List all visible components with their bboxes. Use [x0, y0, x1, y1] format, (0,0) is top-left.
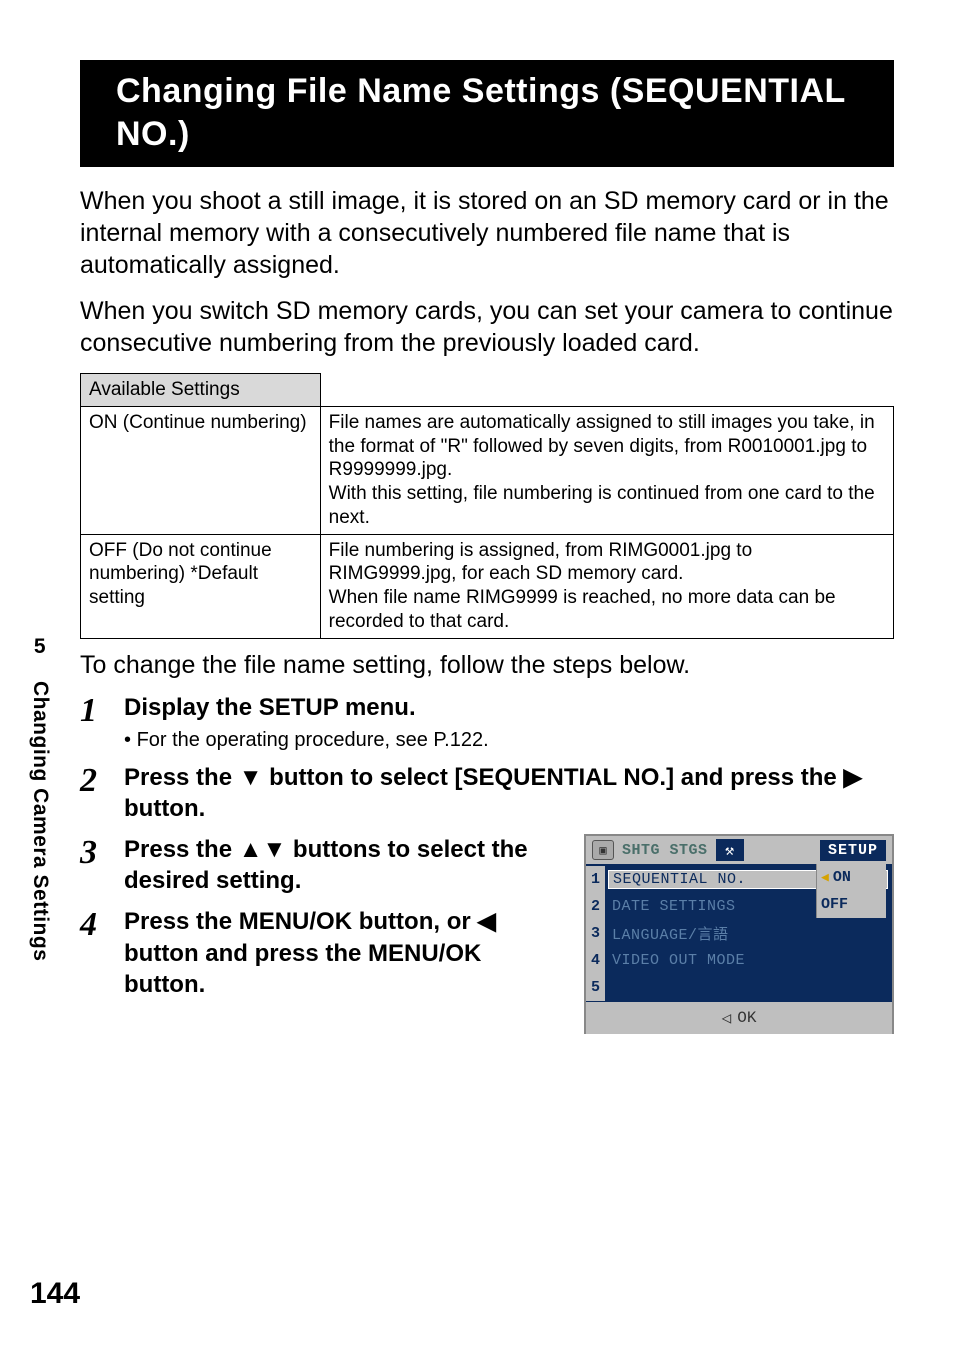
- lcd-value-text: ON: [833, 869, 851, 886]
- right-triangle-icon: ▶: [843, 764, 861, 791]
- step-body: Press the ▼ button to select [SEQUENTIAL…: [124, 762, 894, 824]
- step-number: 2: [80, 762, 124, 798]
- available-settings-table: Available Settings ON (Continue numberin…: [80, 373, 894, 639]
- step-title: Press the ▲▼ buttons to select the desir…: [124, 834, 564, 896]
- lcd-tab-shtg: SHTG STGS: [618, 842, 712, 859]
- lcd-menu-row: 3 LANGUAGE/言語: [586, 920, 892, 947]
- steps-3-4-with-lcd: 3 Press the ▲▼ buttons to select the des…: [80, 834, 894, 1034]
- lcd-row-num: 3: [586, 920, 606, 947]
- lcd-row-label: LANGUAGE/言語: [606, 923, 892, 944]
- page-number: 144: [30, 1277, 80, 1311]
- down-triangle-icon: ▼: [239, 764, 263, 791]
- step-1: 1 Display the SETUP menu. For the operat…: [80, 692, 894, 752]
- section-heading-wrap: Changing File Name Settings (SEQUENTIAL …: [80, 60, 894, 167]
- table-header-empty: [320, 374, 893, 407]
- wrench-icon: ⚒: [716, 839, 744, 861]
- after-table-text: To change the file name setting, follow …: [80, 651, 894, 680]
- lcd-row-num: 2: [586, 893, 606, 920]
- lcd-menu-row: 5: [586, 974, 892, 1001]
- step-title: Display the SETUP menu.: [124, 692, 894, 723]
- setting-desc-cell: File numbering is assigned, from RIMG000…: [320, 534, 893, 638]
- table-row: ON (Continue numbering) File names are a…: [81, 406, 894, 534]
- t: button.: [124, 795, 205, 822]
- intro-paragraph-1: When you shoot a still image, it is stor…: [80, 185, 894, 281]
- lcd-value-text: OFF: [821, 896, 848, 913]
- step-body: Display the SETUP menu. For the operatin…: [124, 692, 894, 752]
- caret-icon: ◀: [821, 870, 829, 885]
- step-title: Press the MENU/OK button, or ◀ button an…: [124, 906, 564, 1000]
- step-subtext: For the operating procedure, see P.122.: [124, 729, 894, 752]
- step-3: 3 Press the ▲▼ buttons to select the des…: [80, 834, 564, 896]
- setting-desc-cell: File names are automatically assigned to…: [320, 406, 893, 534]
- up-down-triangle-icon: ▲▼: [239, 836, 287, 863]
- table-header-row: Available Settings: [81, 374, 894, 407]
- lcd-tabs: ▣ SHTG STGS ⚒ SETUP: [586, 836, 892, 864]
- lcd-value-column: ◀ ON OFF: [816, 864, 886, 918]
- lcd-value-on: ◀ ON: [817, 864, 886, 891]
- t: button to select [SEQUENTIAL NO.] and pr…: [263, 764, 844, 791]
- camera-icon: ▣: [592, 840, 614, 860]
- t: Press the: [124, 836, 239, 863]
- lcd-footer-ok: OK: [737, 1009, 756, 1027]
- t: Press the MENU/OK button, or: [124, 908, 477, 935]
- step-2: 2 Press the ▼ button to select [SEQUENTI…: [80, 762, 894, 824]
- lcd-row-num: 4: [586, 947, 606, 974]
- left-triangle-icon: ◀: [477, 908, 495, 935]
- setting-name-cell: ON (Continue numbering): [81, 406, 321, 534]
- t: button and press the MENU/OK button.: [124, 940, 481, 998]
- lcd-menu-row: 4 VIDEO OUT MODE: [586, 947, 892, 974]
- step-body: Press the ▲▼ buttons to select the desir…: [124, 834, 564, 896]
- lcd-row-num: 1: [586, 866, 606, 893]
- table-row: OFF (Do not continue numbering) *Default…: [81, 534, 894, 638]
- step-title: Press the ▼ button to select [SEQUENTIAL…: [124, 762, 894, 824]
- steps-list: 1 Display the SETUP menu. For the operat…: [80, 692, 894, 1035]
- lcd-row-label: VIDEO OUT MODE: [606, 952, 892, 969]
- lcd-row-num: 5: [586, 974, 606, 1001]
- lcd-footer: ◁ OK: [586, 1002, 892, 1034]
- side-chapter-tab: 5 Changing Camera Settings: [28, 635, 52, 961]
- lcd-tab-setup: SETUP: [820, 840, 886, 861]
- step-body: Press the MENU/OK button, or ◀ button an…: [124, 906, 564, 1000]
- table-header-cell: Available Settings: [81, 374, 321, 407]
- chapter-label: Changing Camera Settings: [28, 681, 52, 961]
- heading-accent-bar: [80, 60, 104, 167]
- left-triangle-icon: ◁: [722, 1008, 732, 1028]
- intro-paragraph-2: When you switch SD memory cards, you can…: [80, 295, 894, 359]
- section-heading: Changing File Name Settings (SEQUENTIAL …: [104, 60, 894, 167]
- t: Press the: [124, 764, 239, 791]
- step-number: 3: [80, 834, 124, 870]
- camera-lcd-screenshot: ▣ SHTG STGS ⚒ SETUP 1 SEQUENTIAL NO. 2 D…: [584, 834, 894, 1034]
- step-number: 4: [80, 906, 124, 942]
- steps-left-column: 3 Press the ▲▼ buttons to select the des…: [80, 834, 564, 1010]
- setting-name-cell: OFF (Do not continue numbering) *Default…: [81, 534, 321, 638]
- chapter-number: 5: [34, 635, 46, 659]
- lcd-value-off: OFF: [817, 891, 886, 918]
- step-number: 1: [80, 692, 124, 728]
- step-4: 4 Press the MENU/OK button, or ◀ button …: [80, 906, 564, 1000]
